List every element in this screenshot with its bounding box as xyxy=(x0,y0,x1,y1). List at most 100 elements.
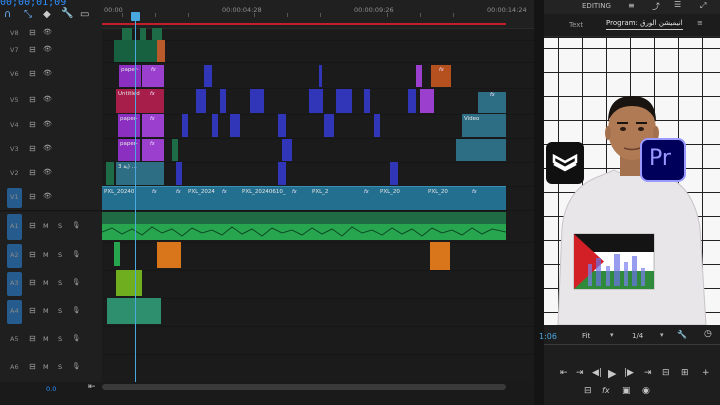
clip[interactable] xyxy=(408,89,416,113)
zoom-dropdown-icon[interactable]: ▾ xyxy=(610,331,614,339)
lane-v7[interactable] xyxy=(102,40,534,63)
clip[interactable]: fx xyxy=(142,114,164,137)
clip[interactable] xyxy=(282,139,292,161)
eye-icon[interactable]: 👁 xyxy=(43,168,52,176)
mute-button[interactable]: M xyxy=(43,307,49,315)
tab-menu-icon[interactable]: ≡ xyxy=(697,19,703,27)
sync-lock-icon[interactable]: ⊟ xyxy=(29,120,36,129)
mute-button[interactable]: M xyxy=(43,222,49,230)
export-icon[interactable]: ⤴ xyxy=(652,1,660,12)
sync-lock-icon[interactable]: ⊟ xyxy=(29,95,36,104)
clip[interactable] xyxy=(152,28,162,40)
clip[interactable] xyxy=(420,89,434,113)
track-header[interactable]: A1 ⊟ M S 🎙 xyxy=(0,212,102,243)
clip[interactable] xyxy=(157,242,181,268)
clip[interactable] xyxy=(278,162,286,185)
lane-v6[interactable]: paper- fx fx xyxy=(102,62,534,89)
clip[interactable] xyxy=(278,114,286,137)
mark-in-icon[interactable]: ⇤ xyxy=(560,368,568,378)
clip[interactable] xyxy=(456,139,506,161)
track-header[interactable]: V5 ⊟ 👁 xyxy=(0,88,102,115)
microphone-icon[interactable]: 🎙 xyxy=(72,250,80,258)
clip[interactable] xyxy=(114,242,120,266)
clip[interactable]: fx xyxy=(142,89,164,113)
track-header[interactable]: A5 ⊟ M S 🎙 xyxy=(0,326,102,355)
clip[interactable]: paper- xyxy=(119,65,141,87)
clip[interactable] xyxy=(157,40,165,62)
mute-button[interactable]: M xyxy=(43,335,49,343)
sync-lock-icon[interactable]: ⊟ xyxy=(29,306,36,315)
track-header[interactable]: A6 ⊟ M S 🎙 xyxy=(0,354,102,383)
sync-lock-icon[interactable]: ⊟ xyxy=(29,362,36,371)
workspace-menu-icon[interactable]: ≡ xyxy=(628,1,635,10)
sync-lock-icon[interactable]: ⊟ xyxy=(29,144,36,153)
clip[interactable] xyxy=(172,139,178,161)
lift-icon[interactable]: ⊟ xyxy=(584,386,592,396)
solo-button[interactable]: S xyxy=(58,335,62,343)
lane-a2[interactable] xyxy=(102,242,534,271)
playhead[interactable] xyxy=(135,12,136,387)
snap-icon[interactable]: ∩ xyxy=(4,9,11,20)
microphone-icon[interactable]: 🎙 xyxy=(72,221,80,229)
clip[interactable] xyxy=(336,89,352,113)
clip[interactable] xyxy=(324,114,334,137)
microphone-icon[interactable]: 🎙 xyxy=(72,362,80,370)
track-header[interactable]: V4 ⊟ 👁 xyxy=(0,114,102,139)
clip[interactable]: fx xyxy=(142,65,164,87)
menu-icon[interactable]: ☰ xyxy=(674,0,681,9)
lane-v4[interactable]: paper- fx Video xyxy=(102,114,534,139)
lane-v5[interactable]: Untitled fx fx xyxy=(102,88,534,115)
track-header[interactable]: V1 ⊟ 👁 xyxy=(0,186,102,211)
clip[interactable] xyxy=(196,89,206,113)
clip[interactable] xyxy=(374,114,380,137)
clip[interactable] xyxy=(309,89,323,113)
mark-out-icon[interactable]: ⇥ xyxy=(576,368,584,378)
eye-icon[interactable]: 👁 xyxy=(43,95,52,103)
clip[interactable] xyxy=(390,162,398,185)
clip[interactable]: paper- xyxy=(118,114,140,137)
clip[interactable]: paper- xyxy=(118,139,140,161)
captions-icon[interactable]: ▭ xyxy=(80,9,89,20)
linked-selection-icon[interactable]: ⤡ xyxy=(24,9,32,20)
mute-button[interactable]: M xyxy=(43,251,49,259)
track-header[interactable]: A2 ⊟ M S 🎙 xyxy=(0,242,102,271)
lane-v1[interactable]: PXL_20240 PXL_2024 PXL_20240610_ PXL_2 P… xyxy=(102,186,534,211)
timeline-scrollbar[interactable] xyxy=(102,384,506,390)
resolution-dropdown-icon[interactable]: ▾ xyxy=(660,331,664,339)
tab-text[interactable]: Text xyxy=(569,21,583,29)
track-header[interactable]: A3 ⊟ M S 🎙 xyxy=(0,270,102,299)
clip[interactable]: ية 3) ... xyxy=(116,162,164,185)
wrench-icon[interactable]: 🔧 xyxy=(61,8,73,19)
track-header[interactable]: V7 ⊟ 👁 xyxy=(0,40,102,63)
eye-icon[interactable]: 👁 xyxy=(43,45,52,53)
clip[interactable] xyxy=(220,89,226,113)
mute-button[interactable]: M xyxy=(43,279,49,287)
fullscreen-icon[interactable]: ⤢ xyxy=(700,1,706,11)
sync-lock-icon[interactable]: ⊟ xyxy=(29,250,36,259)
clip[interactable] xyxy=(430,242,450,270)
eye-icon[interactable]: 👁 xyxy=(43,120,52,128)
lane-v3[interactable]: paper- fx xyxy=(102,138,534,163)
lane-a1[interactable] xyxy=(102,212,534,243)
lane-a6[interactable] xyxy=(102,354,534,383)
eye-icon[interactable]: 👁 xyxy=(43,69,52,77)
microphone-icon[interactable]: 🎙 xyxy=(72,306,80,314)
clip[interactable] xyxy=(116,270,142,296)
solo-button[interactable]: S xyxy=(58,222,62,230)
track-header[interactable]: V6 ⊟ 👁 xyxy=(0,62,102,89)
clip[interactable] xyxy=(250,89,264,113)
solo-button[interactable]: S xyxy=(58,251,62,259)
eye-icon[interactable]: 👁 xyxy=(43,192,52,200)
microphone-icon[interactable]: 🎙 xyxy=(72,334,80,342)
clip[interactable] xyxy=(102,212,506,224)
workspace-label[interactable]: EDITING xyxy=(582,2,611,10)
tab-program[interactable]: Program: انيميشن الورق xyxy=(606,19,683,30)
track-header[interactable]: V2 ⊟ 👁 xyxy=(0,162,102,187)
mute-button[interactable]: M xyxy=(43,363,49,371)
clip[interactable]: fx xyxy=(431,65,451,87)
zoom-out-icon[interactable]: ⇤ xyxy=(88,382,96,392)
add-marker-icon[interactable]: ◆ xyxy=(43,9,51,20)
solo-button[interactable]: S xyxy=(58,279,62,287)
go-to-out-icon[interactable]: ⇥ xyxy=(644,368,652,378)
clip[interactable] xyxy=(182,114,188,137)
